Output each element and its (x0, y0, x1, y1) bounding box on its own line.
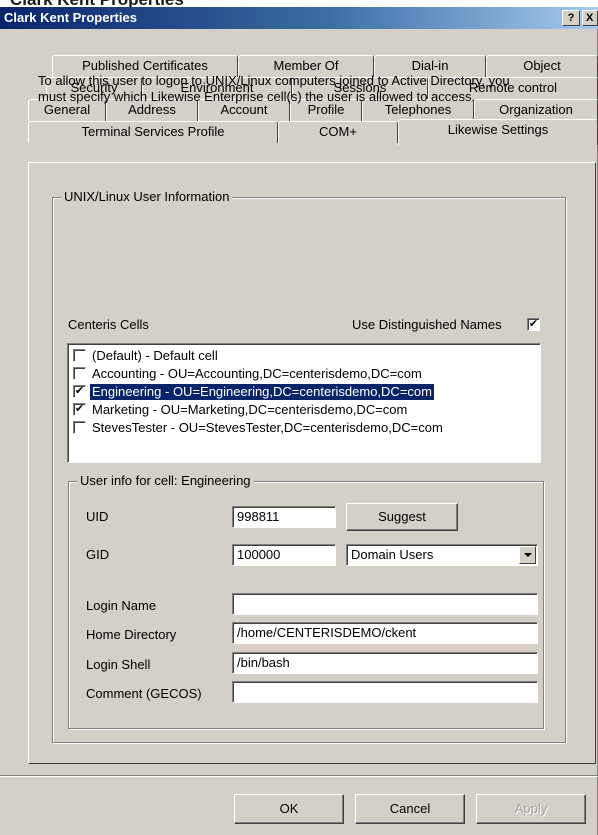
list-item-engineering[interactable]: ✔ Engineering - OU=Engineering,DC=center… (70, 383, 538, 401)
list-item-default[interactable]: (Default) - Default cell (70, 347, 538, 365)
home-directory-label: Home Directory (86, 627, 177, 642)
tab-likewise-settings[interactable]: Likewise Settings (398, 119, 598, 145)
ok-button[interactable]: OK (234, 794, 344, 824)
use-dn-checkbox[interactable]: ✔ (527, 318, 540, 331)
cell-label: (Default) - Default cell (92, 348, 218, 363)
chevron-down-icon[interactable] (519, 546, 536, 564)
comment-label: Comment (GECOS) (86, 686, 202, 701)
cell-checkbox[interactable] (73, 421, 86, 434)
cell-label: StevesTester - OU=StevesTester,DC=center… (92, 420, 443, 435)
apply-button[interactable]: Apply (476, 794, 586, 824)
login-name-field[interactable] (232, 593, 538, 615)
group-select-value: Domain Users (351, 547, 434, 562)
cells-listbox[interactable]: (Default) - Default cell Accounting - OU… (67, 343, 541, 463)
tab-com-plus[interactable]: COM+ (278, 121, 398, 143)
login-shell-label: Login Shell (86, 657, 151, 672)
login-shell-field[interactable]: /bin/bash (232, 652, 538, 674)
list-item-accounting[interactable]: Accounting - OU=Accounting,DC=centerisde… (70, 365, 538, 383)
cell-checkbox[interactable]: ✔ (73, 385, 86, 398)
cell-checkbox[interactable] (73, 349, 86, 362)
gid-field[interactable]: 100000 (232, 544, 336, 566)
cell-label: Marketing - OU=Marketing,DC=centerisdemo… (92, 402, 408, 417)
footer-separator (0, 775, 598, 777)
comment-field[interactable] (232, 681, 538, 703)
title-bar[interactable]: Clark Kent Properties ? X (0, 7, 598, 29)
close-button[interactable]: X (582, 10, 598, 26)
group-select[interactable]: Domain Users (346, 544, 538, 566)
window-title: Clark Kent Properties (4, 10, 137, 25)
properties-dialog: Clark Kent Properties ? X Published Cert… (0, 7, 598, 835)
uid-field[interactable]: 998811 (232, 506, 336, 528)
cell-checkbox[interactable] (73, 367, 86, 380)
home-directory-field[interactable]: /home/CENTERISDEMO/ckent (232, 622, 538, 644)
help-button[interactable]: ? (562, 10, 580, 26)
list-item-stevestester[interactable]: StevesTester - OU=StevesTester,DC=center… (70, 419, 538, 437)
cell-label: Accounting - OU=Accounting,DC=centerisde… (92, 366, 422, 381)
use-dn-label: Use Distinguished Names (352, 317, 502, 332)
gid-label: GID (86, 547, 110, 562)
cell-label: Engineering - OU=Engineering,DC=centeris… (90, 384, 434, 400)
user-info-group-title: User info for cell: Engineering (77, 473, 254, 488)
centeris-cells-label: Centeris Cells (68, 317, 149, 332)
cell-checkbox[interactable]: ✔ (73, 403, 86, 416)
suggest-button[interactable]: Suggest (346, 503, 458, 531)
cancel-button[interactable]: Cancel (355, 794, 465, 824)
unix-info-description: To allow this user to logon to UNIX/Linu… (38, 73, 510, 104)
unix-info-group-title: UNIX/Linux User Information (61, 189, 233, 204)
list-item-marketing[interactable]: ✔ Marketing - OU=Marketing,DC=centerisde… (70, 401, 538, 419)
uid-label: UID (86, 509, 109, 524)
tab-terminal-services-profile[interactable]: Terminal Services Profile (28, 121, 278, 143)
login-name-label: Login Name (86, 598, 157, 613)
